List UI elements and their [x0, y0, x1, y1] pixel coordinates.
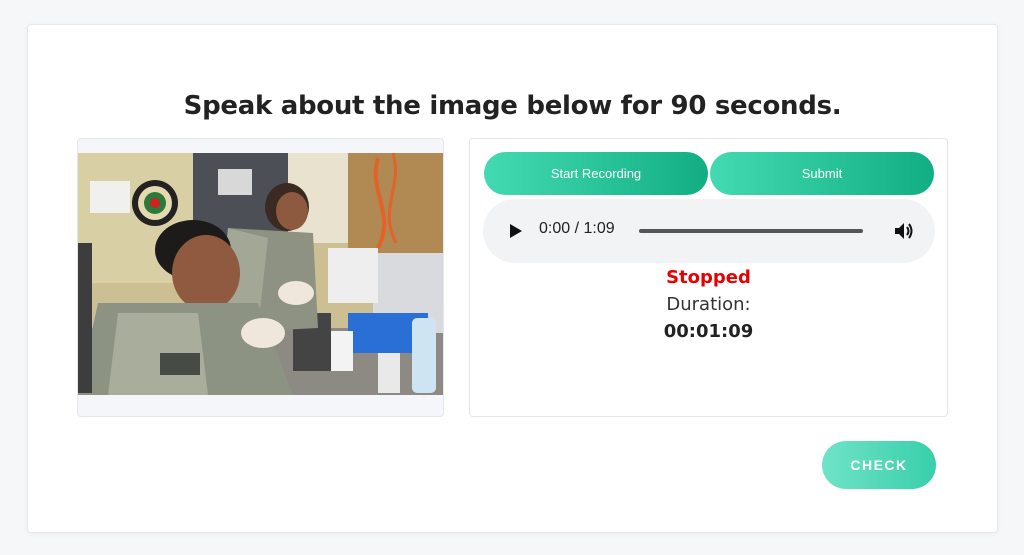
check-button[interactable]: CHECK	[822, 441, 936, 489]
playback-progress-bar[interactable]	[639, 229, 863, 233]
duration-value: 00:01:09	[663, 321, 754, 342]
volume-icon[interactable]	[893, 220, 915, 246]
submit-button[interactable]: Submit	[710, 152, 934, 195]
duration-label: Duration:	[666, 294, 751, 315]
task-image	[78, 153, 443, 395]
audio-player: 0:00 / 1:09	[483, 199, 935, 263]
page-title: Speak about the image below for 90 secon…	[183, 91, 842, 121]
play-icon[interactable]	[509, 223, 523, 243]
task-card: Speak about the image below for 90 secon…	[27, 24, 998, 533]
start-recording-button[interactable]: Start Recording	[484, 152, 708, 195]
playback-time: 0:00 / 1:09	[539, 220, 615, 237]
recording-panel: Start Recording Submit 0:00 / 1:09 Stopp…	[469, 138, 948, 417]
recording-status: Stopped	[666, 267, 751, 288]
image-panel	[77, 138, 444, 417]
